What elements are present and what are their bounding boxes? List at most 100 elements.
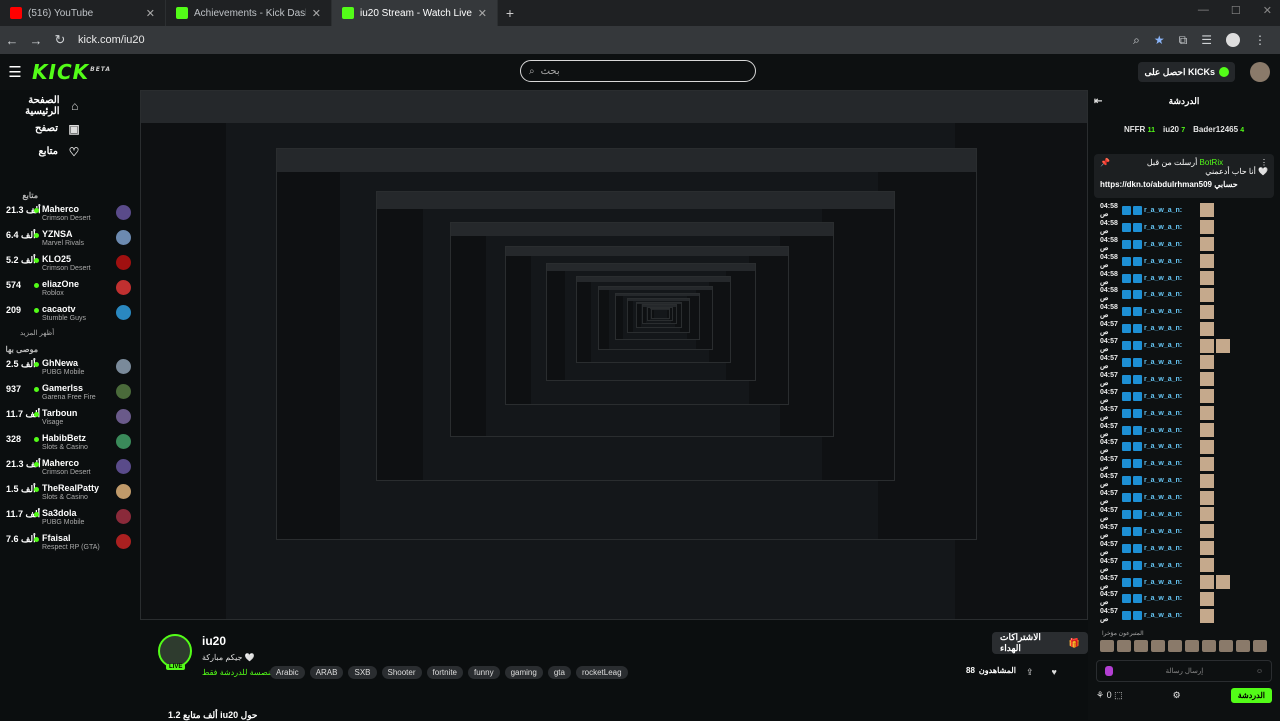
browser-tab[interactable]: Achievements - Kick Dashboard ✕ xyxy=(166,0,332,26)
channel-item[interactable]: 328 HabibBetz Slots & Casino xyxy=(0,431,140,456)
gifter-avatar[interactable] xyxy=(1168,640,1182,653)
emote-picker-icon[interactable]: ☺ xyxy=(1256,668,1263,675)
tab-close-icon[interactable]: ✕ xyxy=(312,7,321,20)
channel-item[interactable]: 1.5 ألف TheRealPatty Slots & Casino xyxy=(0,481,140,506)
message-username[interactable]: r_a_w_a_n: xyxy=(1144,410,1198,417)
pinned-user[interactable]: BotRix xyxy=(1200,158,1224,167)
message-username[interactable]: r_a_w_a_n: xyxy=(1144,427,1198,434)
channel-item[interactable]: 21.3 ألفMahercoCrimson Desert xyxy=(0,202,140,227)
tab-close-icon[interactable]: ✕ xyxy=(478,7,487,20)
message-username[interactable]: r_a_w_a_n: xyxy=(1144,342,1198,349)
pin-menu-icon[interactable]: ⋮ xyxy=(1260,158,1268,167)
gifter-avatar[interactable] xyxy=(1134,640,1148,653)
user-avatar[interactable] xyxy=(1250,62,1270,82)
sidebar-nav-item[interactable]: متابع ♡ xyxy=(0,140,140,163)
channel-item[interactable]: 21.3 ألفMahercoCrimson Desert xyxy=(0,456,140,481)
channel-item[interactable]: 2.5 ألف GhNewa PUBG Mobile xyxy=(0,356,140,381)
message-username[interactable]: r_a_w_a_n: xyxy=(1144,443,1198,450)
forward-icon[interactable]: → xyxy=(24,33,48,48)
message-username[interactable]: r_a_w_a_n: xyxy=(1144,291,1198,298)
gifter-entry[interactable]: iu20 7 xyxy=(1163,125,1185,134)
stream-tag[interactable]: gta xyxy=(547,666,571,679)
kick-logo[interactable]: KICKBETA xyxy=(32,60,111,84)
pin-icon[interactable]: 📌 xyxy=(1100,158,1110,167)
channel-item[interactable]: 11.7 ألف Sa3dola PUBG Mobile xyxy=(0,506,140,531)
message-username[interactable]: r_a_w_a_n: xyxy=(1144,460,1198,467)
gift-subs-button[interactable]: الاشتراكات الهداء 🎁 xyxy=(992,632,1088,654)
stream-tag[interactable]: SXB xyxy=(348,666,377,679)
stream-tag[interactable]: gaming xyxy=(504,666,543,679)
tab-close-icon[interactable]: ✕ xyxy=(146,7,155,20)
show-more-link[interactable]: أظهر المزيد xyxy=(0,327,140,337)
message-username[interactable]: r_a_w_a_n: xyxy=(1144,275,1198,282)
stream-tag[interactable]: Shooter xyxy=(381,666,422,679)
channel-item[interactable]: 11.7 ألف Tarboun Visage xyxy=(0,406,140,431)
gifter-avatar[interactable] xyxy=(1151,640,1165,653)
chat-settings-icon[interactable]: ⚙ xyxy=(1173,690,1181,701)
message-username[interactable]: r_a_w_a_n: xyxy=(1144,494,1198,501)
get-kicks-button[interactable]: احصل على KICKs xyxy=(1138,62,1235,82)
browser-tab[interactable]: (516) YouTube ✕ xyxy=(0,0,166,26)
stream-tag[interactable]: funny xyxy=(468,666,500,679)
profile-avatar[interactable] xyxy=(1226,33,1240,47)
follow-icon[interactable]: ♥ xyxy=(1052,667,1057,678)
gifter-entry[interactable]: NFFR 11 xyxy=(1124,125,1155,134)
share-icon[interactable]: ⇪ xyxy=(1026,667,1034,678)
message-username[interactable]: r_a_w_a_n: xyxy=(1144,511,1198,518)
message-username[interactable]: r_a_w_a_n: xyxy=(1144,241,1198,248)
message-username[interactable]: r_a_w_a_n: xyxy=(1144,477,1198,484)
gifter-avatar[interactable] xyxy=(1185,640,1199,653)
gifter-avatar[interactable] xyxy=(1236,640,1250,653)
message-username[interactable]: r_a_w_a_n: xyxy=(1144,595,1198,602)
gifter-avatar[interactable] xyxy=(1219,640,1233,653)
message-username[interactable]: r_a_w_a_n: xyxy=(1144,258,1198,265)
points-icon[interactable]: ⚘ xyxy=(1096,690,1104,700)
message-username[interactable]: r_a_w_a_n: xyxy=(1144,325,1198,332)
close-window-icon[interactable]: ✕ xyxy=(1263,4,1272,17)
stream-category[interactable]: منصسة للدردشة فقط xyxy=(202,668,275,677)
sidebar-nav-item[interactable]: تصفح ▣ xyxy=(0,117,140,140)
channel-item[interactable]: 6.4 ألف YZNSA Marvel Rivals xyxy=(0,227,140,252)
gifter-avatar[interactable] xyxy=(1100,640,1114,653)
stream-tag[interactable]: fortnite xyxy=(426,666,463,679)
channel-item[interactable]: 7.6 ألف Ffaisal Respect RP (GTA) xyxy=(0,531,140,556)
browser-tab[interactable]: iu20 Stream - Watch Live on Kick ✕ xyxy=(332,0,498,26)
message-username[interactable]: r_a_w_a_n: xyxy=(1144,224,1198,231)
channel-item[interactable]: 574 eliazOne Roblox xyxy=(0,277,140,302)
gifter-avatar[interactable] xyxy=(1202,640,1216,653)
message-username[interactable]: r_a_w_a_n: xyxy=(1144,376,1198,383)
message-username[interactable]: r_a_w_a_n: xyxy=(1144,562,1198,569)
message-username[interactable]: r_a_w_a_n: xyxy=(1144,207,1198,214)
chat-input[interactable]: إرسال رسالة ☺ xyxy=(1096,660,1272,683)
channel-item[interactable]: 937 Gamerlss Garena Free Fire xyxy=(0,381,140,406)
zoom-icon[interactable]: ⌕ xyxy=(1133,33,1140,48)
send-chat-button[interactable]: الدردشة xyxy=(1230,688,1272,704)
streamer-name[interactable]: iu20 xyxy=(202,634,226,648)
media-icon[interactable]: ☰ xyxy=(1201,33,1212,47)
message-username[interactable]: r_a_w_a_n: xyxy=(1144,612,1198,619)
gifter-avatar[interactable] xyxy=(1253,640,1267,653)
message-username[interactable]: r_a_w_a_n: xyxy=(1144,545,1198,552)
microphone-icon[interactable] xyxy=(1105,666,1113,677)
collapse-chat-icon[interactable]: ⇤ xyxy=(1094,96,1102,107)
stream-tag[interactable]: rocketLeag xyxy=(575,666,628,679)
stream-tag[interactable]: ARAB xyxy=(309,666,344,679)
rewards-icon[interactable]: ⬚ xyxy=(1114,690,1123,700)
new-tab-button[interactable]: + xyxy=(498,0,522,26)
maximize-icon[interactable]: ☐ xyxy=(1231,4,1241,17)
url-field[interactable]: kick.com/iu20 xyxy=(78,34,1133,46)
extensions-icon[interactable]: ⧉ xyxy=(1179,33,1188,48)
sidebar-nav-item[interactable]: الصفحة الرئيسية ⌂ xyxy=(0,94,140,117)
gifter-entry[interactable]: Bader12465 4 xyxy=(1193,125,1244,134)
search-input[interactable]: ⌕ بحث xyxy=(520,60,756,82)
stream-tag[interactable]: Arabic xyxy=(270,666,305,679)
pinned-link[interactable]: https://dkn.to/abdulrhman509 حسابي xyxy=(1100,180,1268,189)
reload-icon[interactable]: ↻ xyxy=(48,32,72,48)
message-username[interactable]: r_a_w_a_n: xyxy=(1144,359,1198,366)
message-username[interactable]: r_a_w_a_n: xyxy=(1144,308,1198,315)
gifter-avatar[interactable] xyxy=(1117,640,1131,653)
channel-item[interactable]: 209 cacaotv Stumble Guys xyxy=(0,302,140,327)
message-username[interactable]: r_a_w_a_n: xyxy=(1144,393,1198,400)
back-icon[interactable]: ← xyxy=(0,33,24,48)
channel-item[interactable]: 5.2 ألف KLO25 Crimson Desert xyxy=(0,252,140,277)
